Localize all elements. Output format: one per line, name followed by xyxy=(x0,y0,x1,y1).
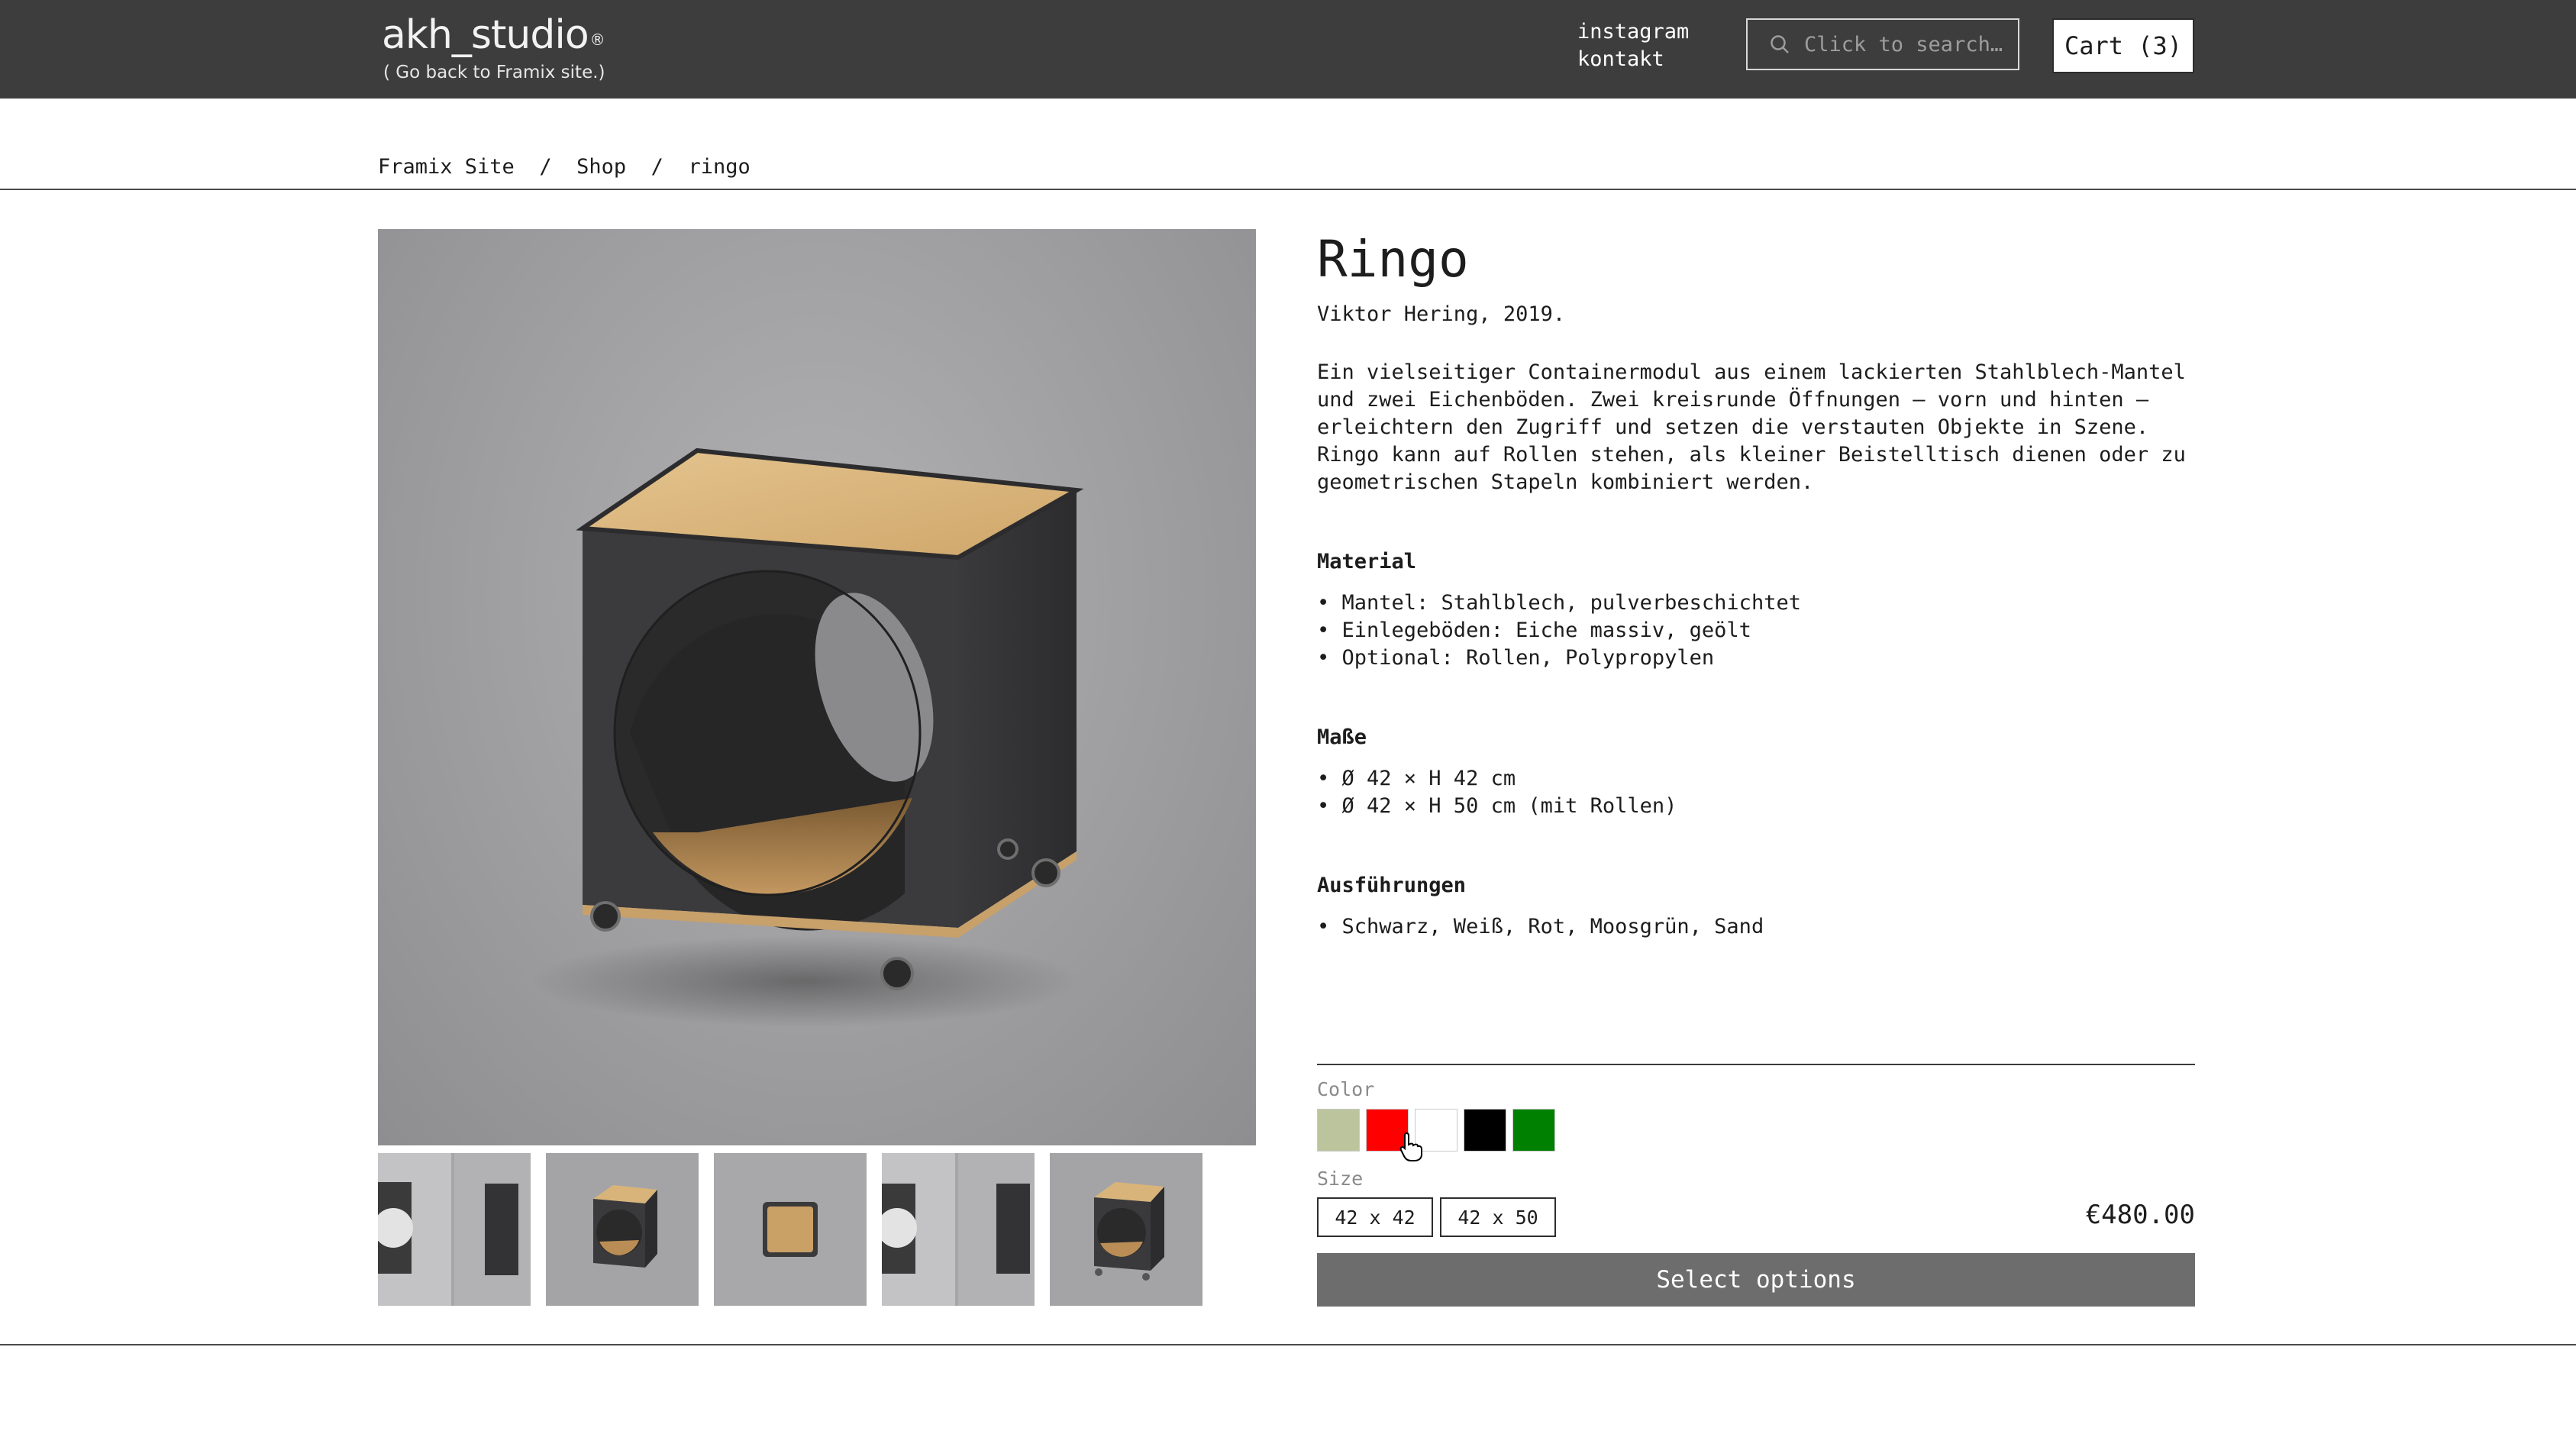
cart-button[interactable]: Cart (3) xyxy=(2052,18,2194,73)
select-options-button[interactable]: Select options xyxy=(1317,1253,2195,1307)
hand-cursor-icon xyxy=(1399,1132,1422,1161)
content-top-divider xyxy=(0,189,2576,190)
color-swatch-black[interactable] xyxy=(1464,1109,1506,1152)
size-option-42x50[interactable]: 42 x 50 xyxy=(1440,1197,1556,1237)
color-swatch-sand[interactable] xyxy=(1317,1109,1360,1152)
material-list: • Mantel: Stahlblech, pulverbeschichtet … xyxy=(1317,590,2195,672)
product-price: €480.00 xyxy=(2085,1200,2195,1230)
breadcrumb: Framix Site / Shop / ringo xyxy=(378,155,751,179)
kontakt-link[interactable]: kontakt xyxy=(1577,46,1689,73)
color-label: Color xyxy=(1317,1078,1375,1100)
material-heading: Material xyxy=(1317,550,1417,573)
dimensions-section: Maße • Ø 42 × H 42 cm • Ø 42 × H 50 cm (… xyxy=(1317,724,2195,820)
thumbnail-side-views[interactable] xyxy=(378,1153,531,1306)
variants-section: Ausführungen • Schwarz, Weiß, Rot, Moosg… xyxy=(1317,872,2195,941)
options-divider xyxy=(1317,1064,2195,1065)
breadcrumb-current: ringo xyxy=(688,155,751,179)
top-navigation-bar: akh_studio ® ( Go back to Framix site.) i… xyxy=(0,0,2576,99)
breadcrumb-framix-site[interactable]: Framix Site xyxy=(378,155,515,179)
search-input[interactable] xyxy=(1803,31,2012,57)
logo-wordmark[interactable]: akh_studio ® xyxy=(382,12,605,63)
thumbnail-perspective-view[interactable] xyxy=(1050,1153,1202,1306)
list-item: • Ø 42 × H 42 cm xyxy=(1317,767,1516,790)
product-info: Ringo Viktor Hering, 2019. Ein vielseiti… xyxy=(1317,229,2195,941)
search-icon xyxy=(1771,35,1789,53)
breadcrumb-separator: / xyxy=(650,155,663,179)
list-item: • Optional: Rollen, Polypropylen xyxy=(1317,646,1715,670)
breadcrumb-shop[interactable]: Shop xyxy=(576,155,626,179)
product-description: Ein vielseitiger Containermodul aus eine… xyxy=(1317,360,2186,494)
thumbnail-top-view[interactable] xyxy=(714,1153,867,1306)
instagram-link[interactable]: instagram xyxy=(1577,18,1689,46)
header-links: instagram kontakt xyxy=(1577,18,1689,73)
variants-list: • Schwarz, Weiß, Rot, Moosgrün, Sand xyxy=(1317,913,2195,941)
back-to-site-link[interactable]: ( Go back to Framix site.) xyxy=(383,63,605,82)
thumbnail-side-views-2[interactable] xyxy=(882,1153,1035,1306)
dimensions-list: • Ø 42 × H 42 cm • Ø 42 × H 50 cm (mit R… xyxy=(1317,765,2195,820)
thumbnail-front-view[interactable] xyxy=(546,1153,699,1306)
product-main-image[interactable] xyxy=(378,229,1256,1145)
studio-logo[interactable]: akh_studio ® ( Go back to Framix site.) xyxy=(382,12,605,82)
dimensions-heading: Maße xyxy=(1317,725,1367,749)
variants-heading: Ausführungen xyxy=(1317,874,1467,897)
breadcrumb-separator: / xyxy=(539,155,552,179)
list-item: • Mantel: Stahlblech, pulverbeschichtet xyxy=(1317,591,1801,615)
product-title: Ringo xyxy=(1317,230,1469,289)
size-option-42x42[interactable]: 42 x 42 xyxy=(1317,1197,1433,1237)
size-label: Size xyxy=(1317,1168,1364,1190)
product-author: Viktor Hering, 2019. xyxy=(1317,302,1566,326)
thumbnail-strip xyxy=(378,1153,1256,1306)
color-swatch-green[interactable] xyxy=(1512,1109,1555,1152)
content-bottom-divider xyxy=(0,1344,2576,1345)
list-item: • Ø 42 × H 50 cm (mit Rollen) xyxy=(1317,794,1677,818)
list-item: • Einlegeböden: Eiche massiv, geölt xyxy=(1317,619,1751,642)
material-section: Material • Mantel: Stahlblech, pulverbes… xyxy=(1317,548,2195,672)
ringo-cube-illustration xyxy=(531,447,1084,1027)
list-item: • Schwarz, Weiß, Rot, Moosgrün, Sand xyxy=(1317,915,1764,938)
search-box[interactable] xyxy=(1746,18,2019,70)
